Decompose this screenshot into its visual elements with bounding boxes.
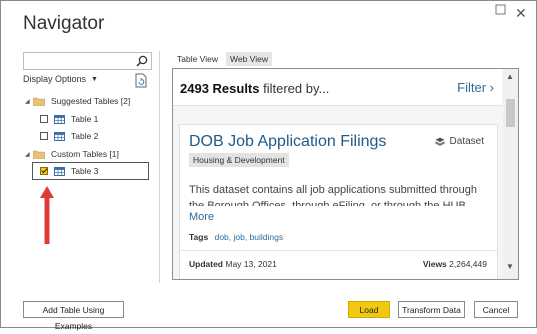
- scroll-up-icon[interactable]: ▲: [506, 72, 514, 81]
- tree-item-table-2[interactable]: Table 2: [40, 129, 98, 143]
- dataset-description: This dataset contains all job applicatio…: [189, 184, 478, 206]
- tab-table-view[interactable]: Table View: [173, 52, 222, 66]
- expand-icon[interactable]: [494, 3, 507, 16]
- tree-folder-custom[interactable]: ◢ Custom Tables [1]: [25, 147, 119, 161]
- dataset-title-link[interactable]: DOB Job Application Filings: [189, 133, 386, 151]
- more-link[interactable]: More: [189, 211, 214, 223]
- table-icon: [54, 114, 65, 124]
- scroll-down-icon[interactable]: ▼: [506, 262, 514, 271]
- checkbox-table-2[interactable]: [40, 132, 48, 140]
- views-info: Views 2,264,449: [423, 259, 487, 269]
- tree-label: Table 2: [71, 131, 99, 141]
- pane-divider: [159, 51, 160, 283]
- load-button[interactable]: Load: [348, 301, 390, 318]
- tags-row: Tags dob, job, buildings: [189, 232, 283, 242]
- views-value: 2,264,449: [449, 259, 487, 269]
- vertical-scrollbar[interactable]: ▲ ▼: [503, 69, 518, 279]
- dataset-card: DOB Job Application Filings Dataset Hous…: [179, 124, 498, 279]
- tree-label: Table 1: [71, 114, 99, 124]
- transform-data-button[interactable]: Transform Data: [398, 301, 465, 318]
- cancel-button[interactable]: Cancel: [474, 301, 518, 318]
- checkbox-table-3[interactable]: [40, 167, 48, 175]
- collapse-triangle-icon[interactable]: ◢: [25, 151, 33, 158]
- views-label: Views: [422, 259, 447, 269]
- dialog-title: Navigator: [23, 13, 105, 34]
- card-divider: [180, 250, 497, 251]
- tags-links[interactable]: dob, job, buildings: [215, 232, 284, 242]
- tree-label: Custom Tables [1]: [51, 149, 119, 159]
- updated-value: May 13, 2021: [225, 259, 277, 269]
- tree-item-table-1[interactable]: Table 1: [40, 112, 98, 126]
- web-view-panel: 2493 Results filtered by... Filter › DOB…: [172, 68, 519, 280]
- display-options-label: Display Options: [23, 74, 87, 84]
- search-icon[interactable]: [135, 54, 149, 68]
- results-bar: 2493 Results filtered by... Filter ›: [173, 69, 502, 106]
- category-badge[interactable]: Housing & Development: [189, 153, 289, 167]
- scroll-thumb[interactable]: [506, 99, 515, 127]
- results-count: 2493 Results: [180, 81, 260, 96]
- annotation-arrow-icon: [40, 186, 54, 244]
- results-summary: 2493 Results filtered by...: [180, 81, 329, 96]
- tree-label: Suggested Tables [2]: [51, 96, 131, 106]
- dataset-type: Dataset: [435, 136, 484, 147]
- chevron-right-icon: ›: [489, 80, 494, 95]
- tree-folder-suggested[interactable]: ◢ Suggested Tables [2]: [25, 94, 130, 108]
- table-icon: [54, 131, 65, 141]
- collapse-triangle-icon[interactable]: ◢: [25, 98, 33, 105]
- results-suffix: filtered by...: [259, 81, 330, 96]
- navigator-dialog: Navigator ✕ Display Options ▼ ◢ Suggested…: [0, 0, 537, 331]
- dataset-type-label: Dataset: [449, 136, 484, 147]
- updated-info: Updated May 13, 2021: [189, 259, 277, 269]
- display-options-dropdown[interactable]: Display Options ▼: [23, 74, 98, 84]
- tab-web-view[interactable]: Web View: [226, 52, 272, 66]
- filter-label: Filter: [457, 80, 487, 95]
- caret-down-icon: ▼: [91, 76, 98, 83]
- table-icon: [54, 166, 65, 176]
- tree-label: Table 3: [71, 166, 99, 176]
- folder-icon: [33, 150, 45, 159]
- add-table-using-examples-button[interactable]: Add Table Using Examples: [23, 301, 124, 331]
- tree-item-table-3[interactable]: Table 3: [40, 164, 98, 178]
- dataset-icon: [435, 137, 445, 146]
- tags-label: Tags: [189, 232, 209, 242]
- folder-icon: [33, 97, 45, 106]
- refresh-icon[interactable]: [135, 73, 148, 88]
- updated-label: Updated: [189, 259, 223, 269]
- search-input[interactable]: [23, 52, 152, 70]
- close-icon[interactable]: ✕: [515, 5, 527, 22]
- checkbox-table-1[interactable]: [40, 115, 48, 123]
- filter-link[interactable]: Filter ›: [457, 80, 494, 95]
